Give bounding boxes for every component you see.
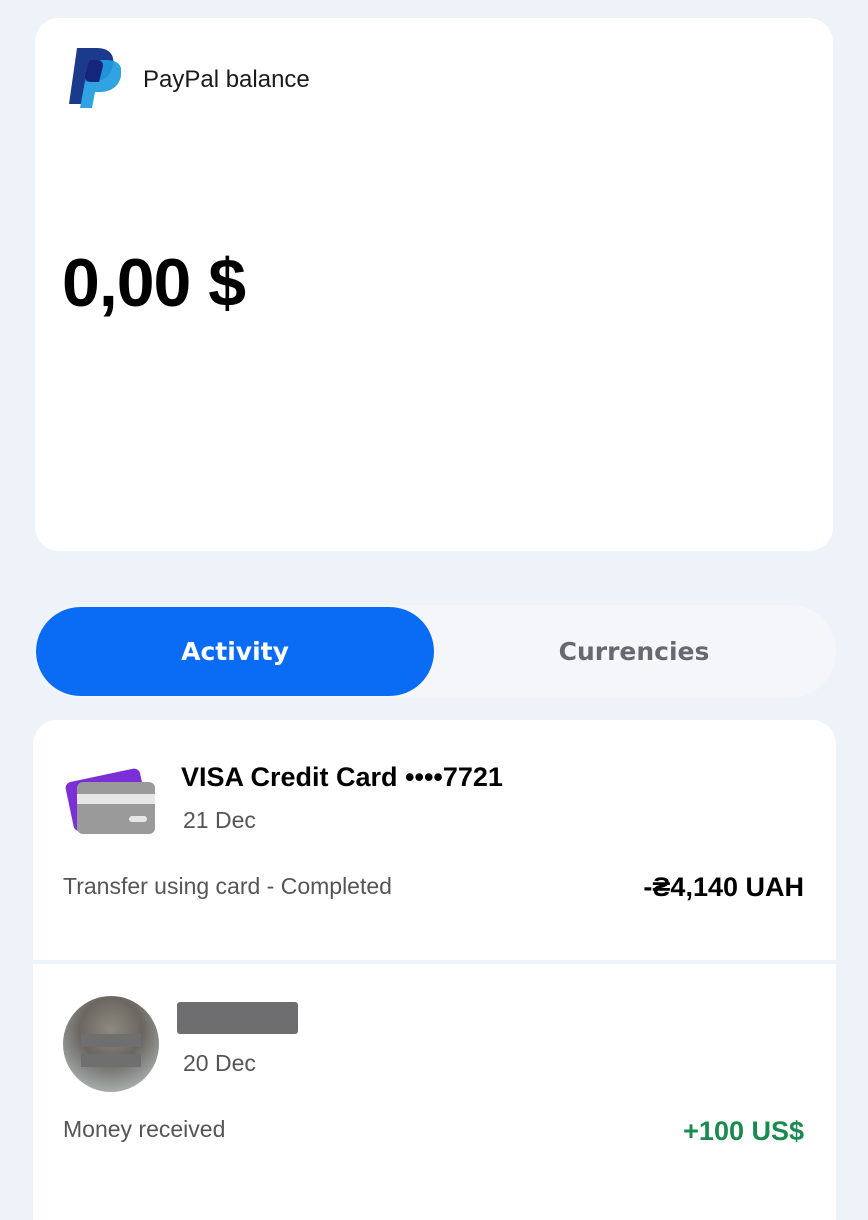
- balance-label: PayPal balance: [143, 66, 310, 93]
- activity-list: VISA Credit Card ••••7721 21 Dec Transfe…: [33, 720, 836, 1220]
- transaction-row[interactable]: 20 Dec Money received +100 US$: [33, 964, 836, 1220]
- transaction-description: Money received: [63, 1116, 226, 1142]
- credit-card-icon: [65, 768, 155, 834]
- avatar: [63, 996, 159, 1092]
- redaction-bar: [81, 1034, 141, 1047]
- redaction-bar: [81, 1054, 141, 1067]
- tab-activity[interactable]: Activity: [36, 607, 434, 696]
- transaction-title: VISA Credit Card ••••7721: [181, 762, 503, 792]
- tab-currencies[interactable]: Currencies: [435, 607, 833, 696]
- transaction-date: 20 Dec: [183, 1050, 256, 1076]
- redacted-sender-name: [177, 1002, 298, 1034]
- balance-card[interactable]: PayPal balance 0,00 $: [35, 18, 833, 551]
- tab-bar: Activity Currencies: [35, 605, 836, 698]
- paypal-logo-icon: [69, 48, 121, 108]
- transaction-description: Transfer using card - Completed: [63, 873, 392, 899]
- transaction-amount: -₴4,140 UAH: [643, 872, 804, 902]
- transaction-row[interactable]: VISA Credit Card ••••7721 21 Dec Transfe…: [33, 720, 836, 960]
- transaction-date: 21 Dec: [183, 807, 256, 833]
- balance-amount: 0,00 $: [62, 245, 246, 321]
- transaction-amount: +100 US$: [683, 1116, 804, 1146]
